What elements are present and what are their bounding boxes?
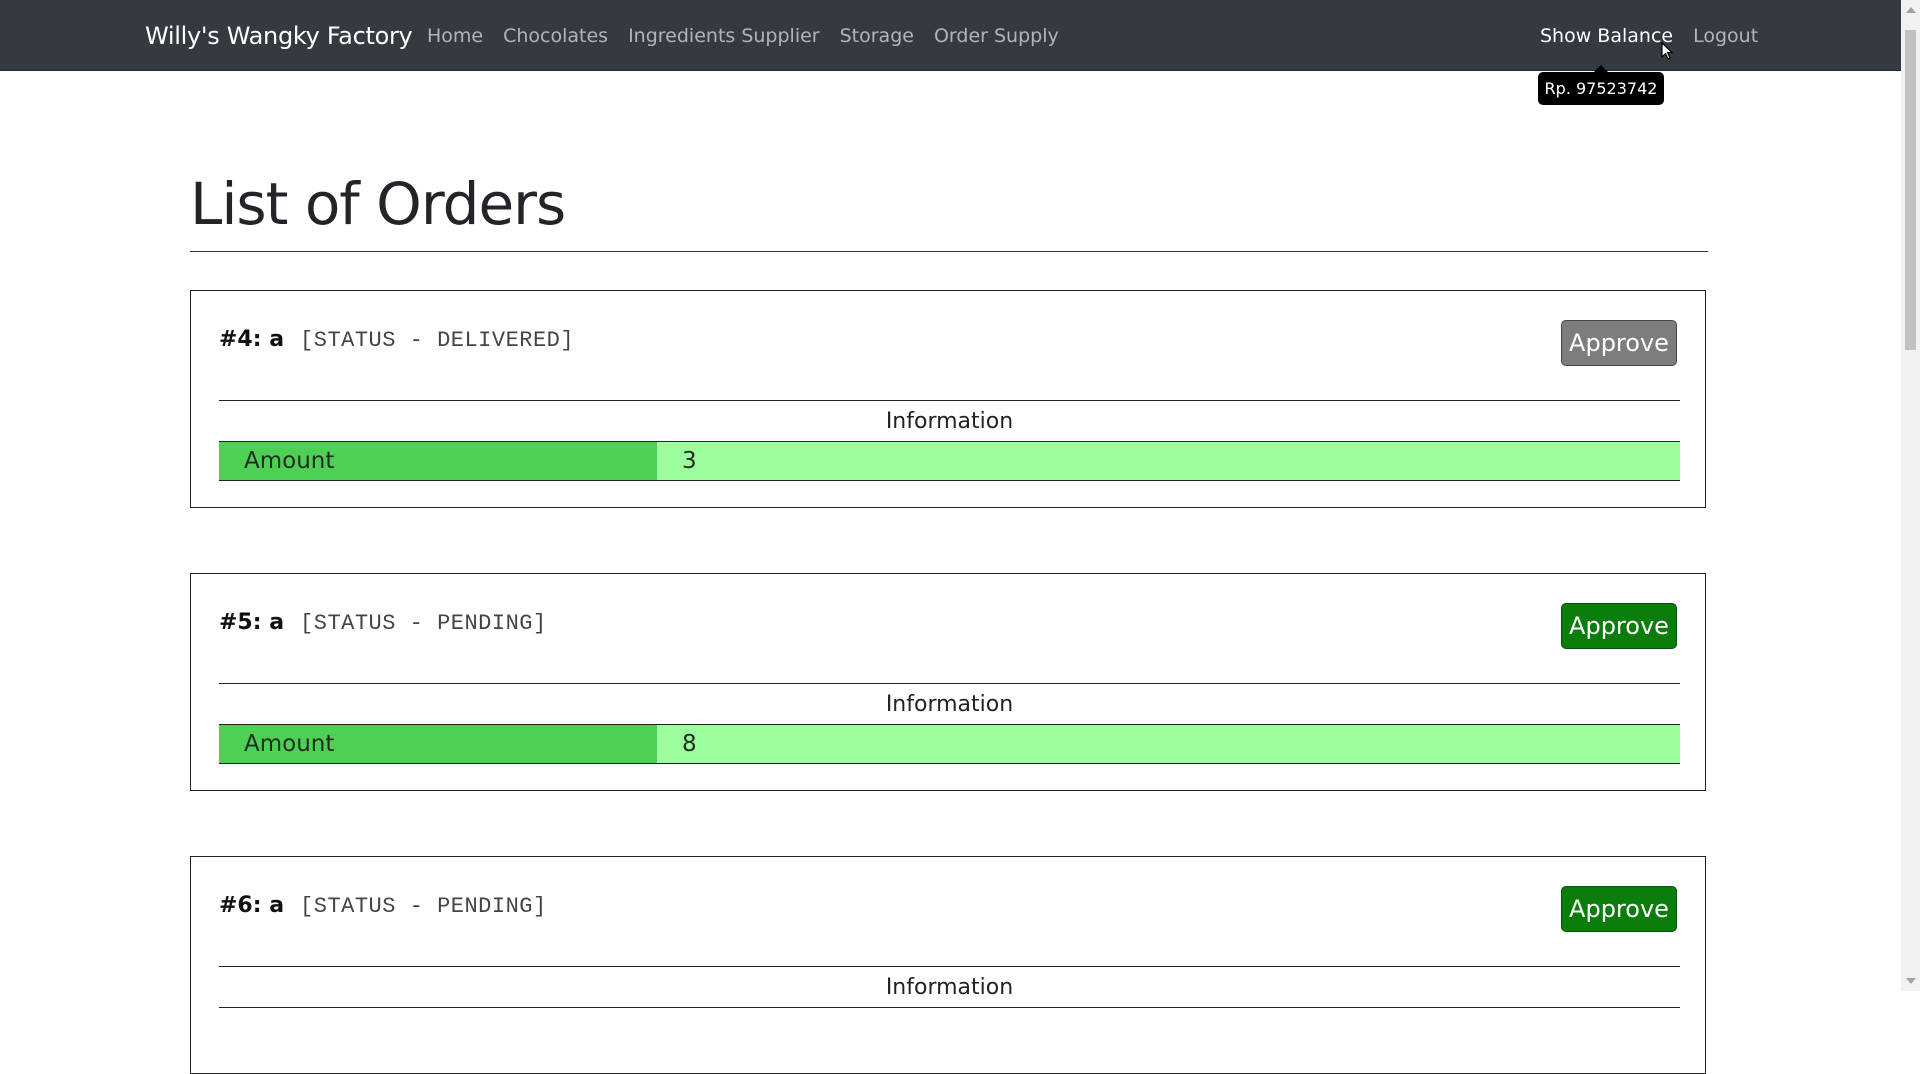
logout-link[interactable]: Logout <box>1693 25 1758 47</box>
order-header: #6: a [STATUS - PENDING] <box>219 893 547 919</box>
order-status: [STATUS - DELIVERED] <box>300 328 575 353</box>
order-header: #4: a [STATUS - DELIVERED] <box>219 327 574 353</box>
order-card: #5: a [STATUS - PENDING] Approve Informa… <box>190 573 1706 791</box>
nav-order-supply[interactable]: Order Supply <box>934 25 1059 47</box>
show-balance-link[interactable]: Show Balance <box>1540 25 1673 47</box>
order-header: #5: a [STATUS - PENDING] <box>219 610 547 636</box>
scroll-thumb[interactable] <box>1905 30 1916 350</box>
info-table: Information Amount 3 <box>219 400 1680 481</box>
info-table: Information <box>219 966 1680 1008</box>
nav-links: Home Chocolates Ingredients Supplier Sto… <box>427 25 1079 47</box>
nav-storage[interactable]: Storage <box>840 25 914 47</box>
info-row: Amount 3 <box>219 442 1680 481</box>
page-title: List of Orders <box>190 170 566 238</box>
order-status: [STATUS - PENDING] <box>300 611 547 636</box>
order-id: #5: a <box>219 610 285 635</box>
info-header: Information <box>219 684 1680 725</box>
top-navbar: Willy's Wangky Factory Home Chocolates I… <box>0 0 1901 71</box>
brand-link[interactable]: Willy's Wangky Factory <box>145 22 413 50</box>
approve-button[interactable]: Approve <box>1561 886 1677 932</box>
info-header: Information <box>219 401 1680 442</box>
info-header: Information <box>219 967 1680 1008</box>
order-card: #4: a [STATUS - DELIVERED] Approve Infor… <box>190 290 1706 508</box>
amount-label: Amount <box>219 725 657 763</box>
amount-value: 3 <box>657 442 1680 480</box>
mouse-cursor-icon <box>1661 42 1674 60</box>
amount-label: Amount <box>219 442 657 480</box>
nav-ingredients-supplier[interactable]: Ingredients Supplier <box>628 25 820 47</box>
order-card: #6: a [STATUS - PENDING] Approve Informa… <box>190 856 1706 1074</box>
order-id: #4: a <box>219 327 285 352</box>
title-divider <box>190 251 1708 252</box>
order-id: #6: a <box>219 893 285 918</box>
scroll-up-icon[interactable] <box>1906 7 1916 13</box>
approve-button[interactable]: Approve <box>1561 320 1677 366</box>
nav-right: Show Balance Logout <box>1540 25 1778 47</box>
balance-tooltip: Rp. 97523742 <box>1538 65 1664 105</box>
order-status: [STATUS - PENDING] <box>300 894 547 919</box>
info-table: Information Amount 8 <box>219 683 1680 764</box>
info-row: Amount 8 <box>219 725 1680 764</box>
amount-value: 8 <box>657 725 1680 763</box>
scroll-down-icon[interactable] <box>1906 978 1916 984</box>
approve-button[interactable]: Approve <box>1561 603 1677 649</box>
nav-home[interactable]: Home <box>427 25 483 47</box>
nav-chocolates[interactable]: Chocolates <box>503 25 608 47</box>
page-scrollbar[interactable] <box>1901 0 1920 991</box>
